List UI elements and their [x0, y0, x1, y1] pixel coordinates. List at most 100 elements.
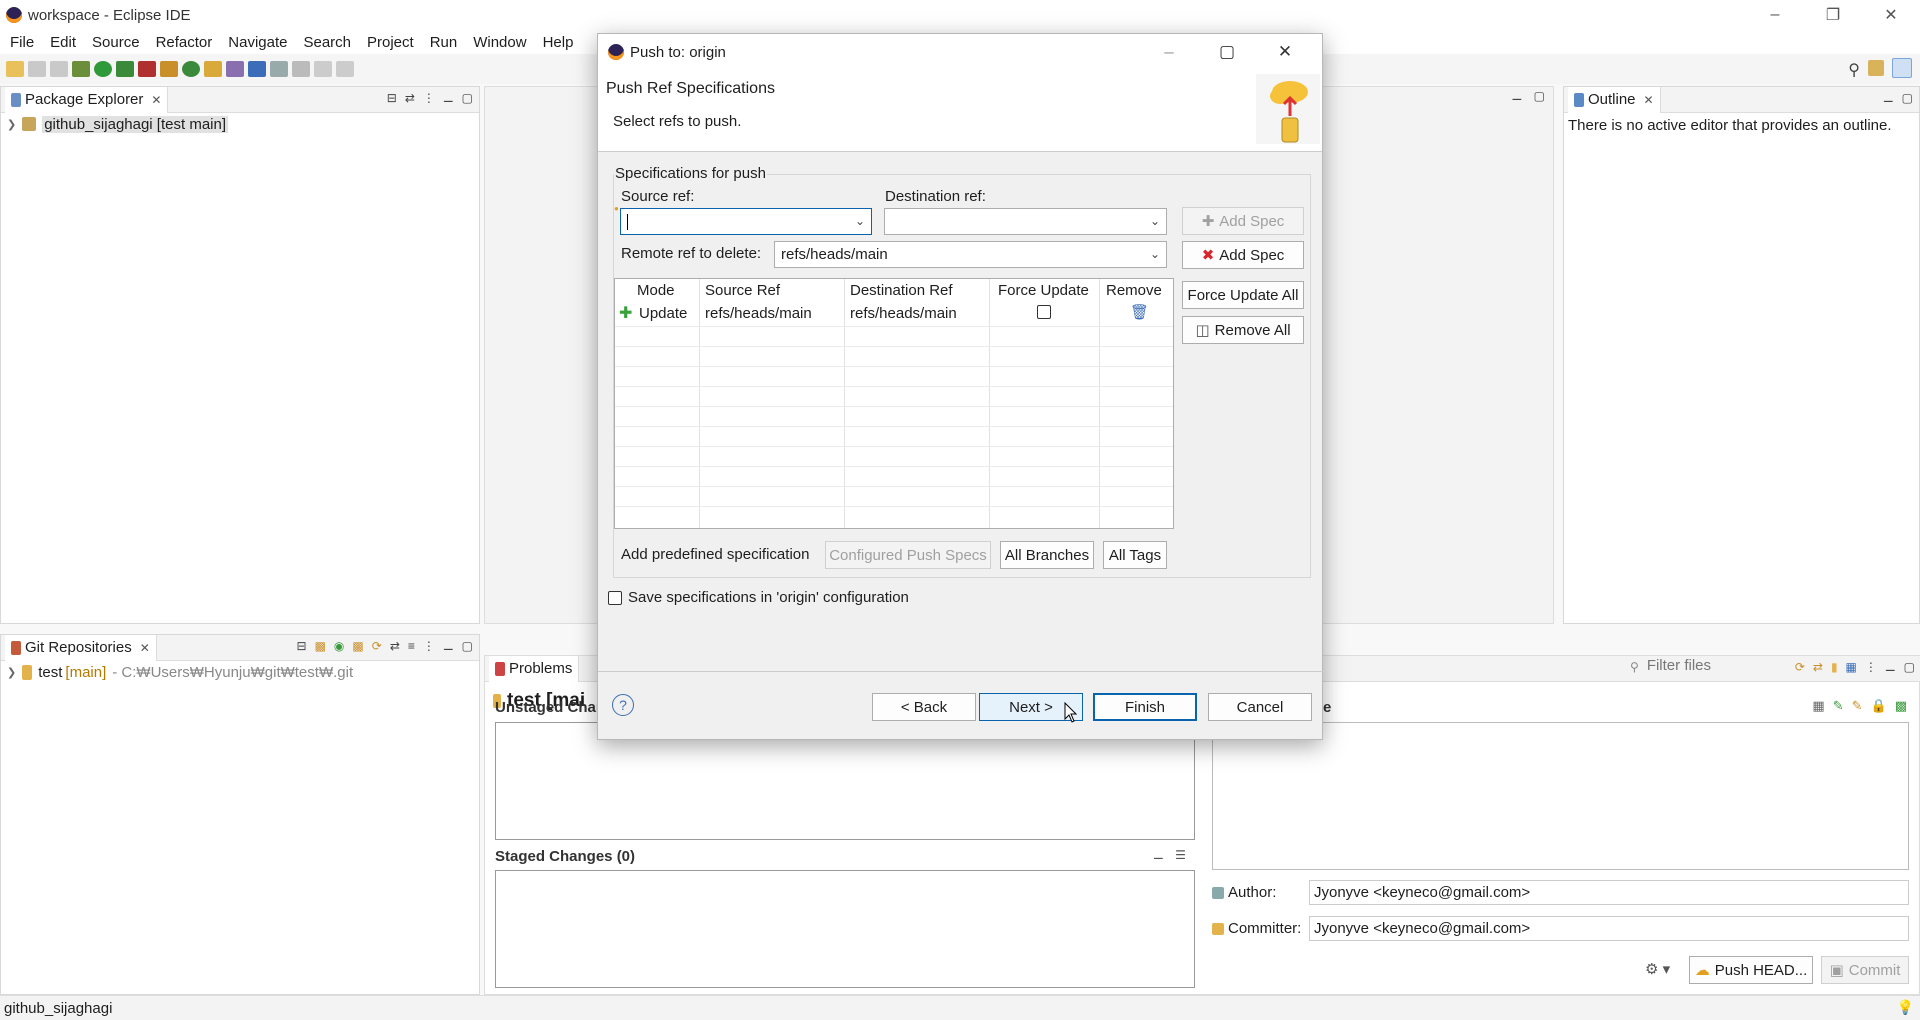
minimize-icon[interactable]: – [1140, 34, 1198, 70]
link-selection-icon[interactable]: ⇄ [390, 639, 400, 653]
collapse-all-icon[interactable]: ⊟ [387, 91, 397, 105]
minimize-icon[interactable]: ⚊ [443, 639, 454, 653]
save-all-icon[interactable] [50, 61, 68, 77]
chevron-down-icon[interactable]: ⌄ [1150, 214, 1160, 228]
save-icon[interactable] [28, 61, 46, 77]
tab-problems[interactable]: Problems [489, 655, 580, 682]
repo-tree-item[interactable]: ❯ test [main] - C:₩Users₩Hyunju₩git₩test… [1, 661, 479, 683]
force-update-all-button[interactable]: Force Update All [1182, 281, 1304, 309]
run-icon[interactable] [94, 61, 112, 77]
forward-icon[interactable] [336, 61, 354, 77]
tab-git-repositories[interactable]: Git Repositories ✕ [5, 634, 157, 661]
view-menu-icon[interactable]: ⋮ [1865, 660, 1877, 674]
view-menu-icon[interactable]: ⋮ [423, 91, 435, 105]
menu-run[interactable]: Run [422, 34, 466, 51]
external-tools-icon[interactable] [138, 61, 156, 77]
terminal-icon[interactable] [248, 61, 266, 77]
open-perspective-icon[interactable] [1868, 60, 1884, 76]
remote-delete-combo[interactable]: refs/heads/main ⌄ [774, 241, 1167, 268]
signed-off-icon[interactable]: ✎ [1833, 698, 1844, 714]
column-header-mode[interactable]: Mode [637, 279, 675, 301]
tab-package-explorer[interactable]: Package Explorer ✕ [5, 86, 169, 113]
maximize-icon[interactable]: ▢ [1904, 660, 1915, 674]
maximize-icon[interactable]: ▢ [462, 639, 473, 653]
settings-dropdown-icon[interactable]: ⚙ ▾ [1645, 960, 1670, 978]
menu-search[interactable]: Search [295, 34, 359, 51]
close-icon[interactable]: ✕ [1256, 34, 1314, 70]
search-toolbar-icon[interactable] [226, 61, 244, 77]
source-ref-combo[interactable]: ⌄ [620, 208, 872, 235]
minimize-icon[interactable]: ⚊ [443, 91, 454, 105]
maximize-icon[interactable]: ▢ [1902, 91, 1913, 105]
remove-all-button[interactable]: ◫ Remove All [1182, 316, 1304, 344]
commit-message-box[interactable] [1212, 722, 1909, 870]
commit-button[interactable]: ▣ Commit [1821, 956, 1909, 984]
minimize-icon[interactable]: – [1746, 0, 1804, 30]
new-java-package-icon[interactable] [160, 61, 178, 77]
back-icon[interactable] [314, 61, 332, 77]
minimize-icon[interactable]: ⚊ [1512, 89, 1523, 103]
menu-source[interactable]: Source [84, 34, 148, 51]
column-header-source-ref[interactable]: Source Ref [705, 279, 780, 301]
new-icon[interactable] [6, 61, 24, 77]
force-update-checkbox[interactable] [1037, 305, 1051, 319]
help-icon[interactable]: ? [612, 694, 634, 716]
project-tree-item[interactable]: ❯ github_sijaghagi [test main] [1, 113, 479, 135]
all-tags-button[interactable]: All Tags [1103, 541, 1167, 569]
author-field[interactable]: Jyonyve <keyneco@gmail.com> [1309, 880, 1909, 905]
source-ref-cell[interactable]: refs/heads/main [705, 305, 812, 322]
all-branches-button[interactable]: All Branches [1000, 541, 1094, 569]
collapse-all-icon[interactable]: ⊟ [297, 639, 307, 653]
push-head-button[interactable]: ☁ Push HEAD... [1689, 956, 1813, 984]
link-editor-icon[interactable]: ⇄ [405, 91, 415, 105]
repository-icon[interactable]: ▮ [1831, 660, 1838, 674]
mode-cell[interactable]: Update [639, 305, 687, 322]
committer-field[interactable]: Jyonyve <keyneco@gmail.com> [1309, 916, 1909, 941]
add-repo-icon[interactable]: ▩ [315, 639, 326, 653]
add-spec-button[interactable]: ✚ Add Spec [1182, 207, 1304, 235]
chevron-down-icon[interactable]: ⌄ [855, 214, 865, 228]
menu-file[interactable]: File [2, 34, 42, 51]
destination-ref-combo[interactable]: ⌄ [884, 208, 1167, 235]
clone-repo-icon[interactable]: ◉ [334, 639, 344, 653]
trash-icon[interactable]: 🗑 [1130, 303, 1149, 321]
maximize-icon[interactable]: ▢ [1198, 34, 1256, 70]
refresh-icon[interactable]: ⟳ [1795, 660, 1805, 674]
chevron-right-icon[interactable]: ❯ [7, 666, 16, 679]
minimize-icon[interactable]: ⚊ [1883, 91, 1894, 105]
view-menu-icon[interactable]: ⋮ [423, 639, 435, 653]
create-repo-icon[interactable]: ▩ [352, 639, 363, 653]
column-header-remove[interactable]: Remove [1106, 279, 1162, 301]
tip-icon[interactable]: 💡 [1897, 999, 1914, 1016]
layout-icon[interactable]: ▦ [1846, 660, 1857, 674]
debug-icon[interactable] [72, 61, 90, 77]
stage-all-icon[interactable]: ▩ [1895, 698, 1907, 714]
annotation-icon[interactable] [270, 61, 288, 77]
save-spec-checkbox[interactable] [608, 590, 622, 605]
hierarchical-icon[interactable]: ≡ [408, 639, 415, 653]
refresh-icon[interactable]: ⟳ [372, 639, 382, 653]
table-row[interactable]: ✚ Update refs/heads/main refs/heads/main… [615, 303, 1173, 325]
menu-window[interactable]: Window [465, 34, 534, 51]
unstage-icon[interactable]: ⚊ [1153, 848, 1164, 862]
add-delete-spec-button[interactable]: ✖ Add Spec [1182, 241, 1304, 269]
menu-refactor[interactable]: Refactor [148, 34, 221, 51]
menu-edit[interactable]: Edit [42, 34, 84, 51]
staged-list[interactable] [495, 870, 1195, 988]
close-icon[interactable]: ✕ [140, 641, 150, 655]
configured-push-specs-button[interactable]: Configured Push Specs [825, 541, 991, 569]
maximize-icon[interactable]: ▢ [462, 91, 473, 105]
close-icon[interactable]: ✕ [1862, 0, 1920, 30]
unstage-all-icon[interactable]: ☰ [1175, 848, 1186, 862]
close-icon[interactable]: ✕ [151, 93, 161, 107]
column-header-force-update[interactable]: Force Update [998, 279, 1089, 301]
amend-icon[interactable]: ▦ [1812, 698, 1824, 714]
gpg-sign-icon[interactable]: 🔒 [1871, 698, 1887, 714]
link-selection-icon[interactable]: ⇄ [1813, 660, 1823, 674]
tab-outline[interactable]: Outline ✕ [1568, 86, 1661, 113]
close-icon[interactable]: ✕ [1644, 93, 1654, 107]
menu-navigate[interactable]: Navigate [220, 34, 295, 51]
column-header-destination-ref[interactable]: Destination Ref [850, 279, 953, 301]
destination-ref-cell[interactable]: refs/heads/main [850, 305, 957, 322]
save-spec-option[interactable]: Save specifications in 'origin' configur… [608, 589, 909, 606]
